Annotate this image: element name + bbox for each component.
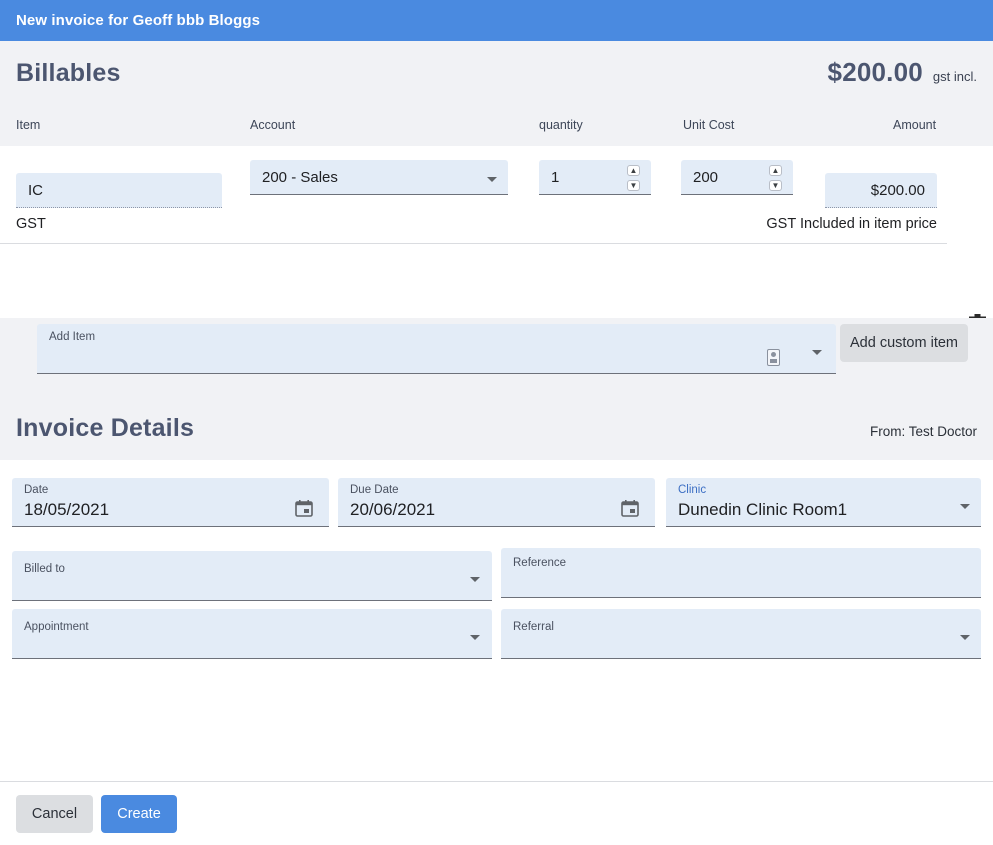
chevron-down-icon[interactable] [487, 177, 497, 182]
chevron-down-icon[interactable] [812, 350, 822, 355]
column-header-quantity: quantity [539, 118, 583, 132]
row-divider [0, 243, 947, 244]
billed-to-select[interactable]: Billed to [12, 551, 492, 601]
due-date-field[interactable]: Due Date 20/06/2021 [338, 478, 655, 527]
reference-label: Reference [513, 557, 567, 569]
create-button[interactable]: Create [101, 795, 177, 833]
amount-value: $200.00 [870, 181, 925, 199]
dialog-footer: Cancel Create [0, 781, 993, 845]
invoice-dialog: New invoice for Geoff bbb Bloggs Billabl… [0, 0, 993, 845]
tax-note: GST Included in item price [766, 216, 937, 232]
date-field[interactable]: Date 18/05/2021 [12, 478, 329, 527]
cancel-button[interactable]: Cancel [16, 795, 93, 833]
item-name-input[interactable]: IC [16, 173, 222, 208]
billables-column-headers: Item Account quantity Unit Cost Amount [0, 118, 993, 132]
tax-label: GST [16, 216, 46, 232]
referral-select[interactable]: Referral [501, 609, 981, 659]
dialog-title: New invoice for Geoff bbb Bloggs [16, 12, 261, 29]
quantity-increment-icon[interactable]: ▲ [627, 165, 640, 176]
billed-to-label: Billed to [24, 563, 65, 575]
invoice-details-section-header: Invoice Details From: Test Doctor [0, 390, 993, 460]
quantity-decrement-icon[interactable]: ▼ [627, 180, 640, 191]
chevron-down-icon[interactable] [960, 504, 970, 509]
add-item-label: Add Item [49, 331, 96, 343]
quantity-stepper[interactable]: ▲ ▼ [627, 165, 640, 191]
invoice-details-title: Invoice Details [16, 414, 195, 442]
chevron-down-icon[interactable] [960, 635, 970, 640]
column-header-item: Item [16, 118, 41, 132]
calendar-icon[interactable] [295, 500, 313, 517]
dialog-titlebar: New invoice for Geoff bbb Bloggs [0, 0, 993, 41]
clinic-value: Dunedin Clinic Room1 [678, 500, 848, 519]
account-select[interactable]: 200 - Sales [250, 160, 508, 195]
billables-total-note: gst incl. [932, 69, 977, 84]
referral-label: Referral [513, 621, 554, 633]
date-value: 18/05/2021 [24, 500, 110, 519]
unit-cost-decrement-icon[interactable]: ▼ [769, 180, 782, 191]
add-custom-item-button[interactable]: Add custom item [840, 324, 968, 362]
calendar-icon[interactable] [621, 500, 639, 517]
billables-title: Billables [16, 59, 121, 87]
appointment-select[interactable]: Appointment [12, 609, 492, 659]
due-date-label: Due Date [350, 484, 399, 496]
amount-input[interactable]: $200.00 [825, 173, 937, 208]
chevron-down-icon[interactable] [470, 635, 480, 640]
add-item-strip: Add Item Add custom item [0, 318, 993, 390]
unit-cost-stepper[interactable]: ▲ ▼ [769, 165, 782, 191]
column-header-account: Account [250, 118, 296, 132]
billables-total-amount: $200.00 [827, 57, 923, 87]
column-header-unit-cost: Unit Cost [683, 118, 735, 132]
date-label: Date [24, 484, 49, 496]
reference-input[interactable]: Reference [501, 548, 981, 598]
due-date-value: 20/06/2021 [350, 500, 436, 519]
billables-body: IC 200 - Sales 1 ▲ ▼ 200 ▲ ▼ $200.00 GST… [0, 146, 993, 336]
account-value: 200 - Sales [262, 168, 338, 186]
billables-total-group: $200.00 gst incl. [828, 57, 977, 88]
item-name-value: IC [28, 181, 43, 199]
clinic-select[interactable]: Clinic Dunedin Clinic Room1 [666, 478, 981, 527]
billables-section-header: Billables $200.00 gst incl. Item Account… [0, 41, 993, 146]
id-card-icon[interactable] [767, 349, 780, 366]
column-header-amount: Amount [893, 118, 937, 132]
unit-cost-increment-icon[interactable]: ▲ [769, 165, 782, 176]
add-item-select[interactable]: Add Item [37, 324, 836, 374]
clinic-label: Clinic [678, 484, 707, 496]
chevron-down-icon[interactable] [470, 577, 480, 582]
invoice-from-label: From: Test Doctor [869, 424, 977, 439]
appointment-label: Appointment [24, 621, 89, 633]
